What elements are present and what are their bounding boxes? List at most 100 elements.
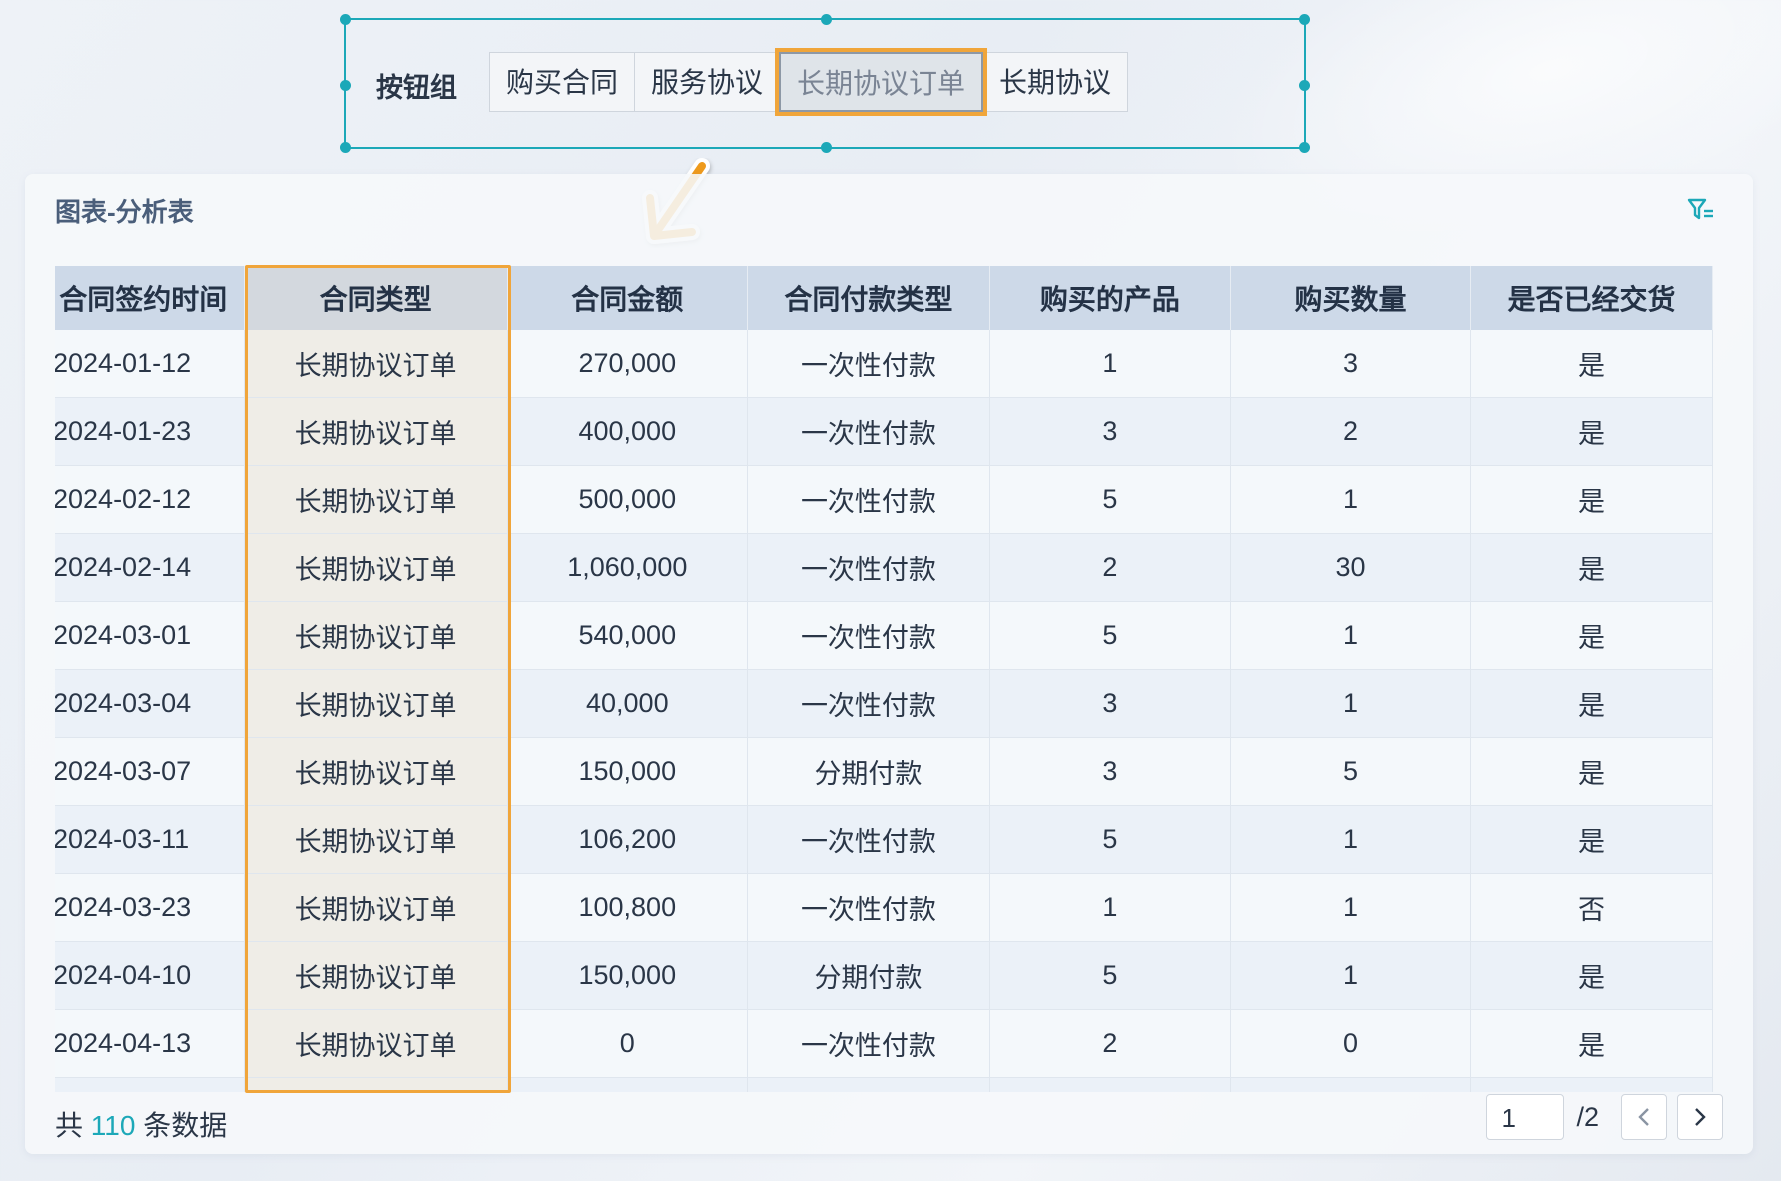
total-prefix: 共 [55,1110,84,1141]
table-cell: 1 [1230,873,1472,942]
table-cell: 3 [989,397,1231,466]
column-header[interactable]: 购买数量 [1230,266,1472,330]
table-cell: 40,000 [507,1077,749,1092]
table-cell: 5 [989,941,1231,1010]
filter-icon[interactable] [1687,196,1715,224]
table-cell: 1 [989,330,1231,398]
table-cell: 5 [989,805,1231,874]
column-header[interactable]: 购买的产品 [989,266,1231,330]
table-cell: 2 [1230,397,1472,466]
table-cell: 长期协议订单 [244,873,508,942]
table-cell: 1 [1230,1077,1472,1092]
page-number-input[interactable]: 1 [1486,1094,1565,1140]
column-header[interactable]: 合同付款类型 [747,266,990,330]
column-header[interactable]: 合同签约时间 [55,266,245,330]
pagination: 1 /2 [1486,1094,1723,1140]
table-row[interactable]: 2024-03-04 长期协议订单 40,000 一次性付款 3 1 是 [55,669,1713,738]
table-cell: 400,000 [507,397,749,466]
table-cell: 是 [1470,1009,1713,1078]
chevron-right-icon [1695,1108,1706,1126]
table-cell: 长期协议订单 [244,1009,508,1078]
resize-handle-mr[interactable] [1299,80,1310,91]
next-page-button[interactable] [1677,1094,1723,1140]
table-row[interactable]: 2024-03-07 长期协议订单 150,000 分期付款 3 5 是 [55,737,1713,806]
table-cell: 1 [989,873,1231,942]
table-cell: 2 [989,533,1231,602]
table-cell: 2024-01-23 [55,397,245,466]
table-cell: 0 [507,1009,749,1078]
table-cell: 一次性付款 [747,1009,990,1078]
resize-handle-br[interactable] [1299,142,1310,153]
table-row[interactable]: 2024-03-23 长期协议订单 100,800 一次性付款 1 1 否 [55,873,1713,942]
table-cell: 是 [1470,601,1713,670]
table-cell: 106,200 [507,805,749,874]
resize-handle-tr[interactable] [1299,14,1310,25]
table-row[interactable]: 2024-02-12 长期协议订单 500,000 一次性付款 5 1 是 [55,465,1713,534]
table-cell: 2024-01-12 [55,330,245,398]
segment-button-0[interactable]: 购买合同 [489,52,636,112]
segment-button-1[interactable]: 服务协议 [634,52,781,112]
column-header[interactable]: 合同金额 [507,266,749,330]
resize-handle-ml[interactable] [340,80,351,91]
table-row[interactable]: 2024-04-10 长期协议订单 150,000 分期付款 5 1 是 [55,941,1713,1010]
table-cell: 0 [1230,1009,1472,1078]
table-cell: 长期协议订单 [244,397,508,466]
table-row[interactable]: 2024-03-01 长期协议订单 540,000 一次性付款 5 1 是 [55,601,1713,670]
table-cell: 2024-03-04 [55,669,245,738]
table-cell: 是 [1470,533,1713,602]
table-row[interactable]: 2024-01-12 长期协议订单 270,000 一次性付款 1 3 是 [55,330,1713,398]
page-total: /2 [1576,1101,1599,1132]
column-header[interactable]: 是否已经交货 [1470,266,1713,330]
table-row[interactable]: 2024-01-23 长期协议订单 400,000 一次性付款 3 2 是 [55,397,1713,466]
table-cell: 1 [1230,805,1472,874]
table-cell: 3 [1230,330,1472,398]
table-cell: 2024-03-07 [55,737,245,806]
button-group-label: 按钮组 [376,73,457,103]
table-row[interactable]: 2024-04-15长期协议订单40,000一次性付款31是 [55,1077,1713,1092]
table-cell: 30 [1230,533,1472,602]
prev-page-button[interactable] [1621,1094,1667,1140]
table-cell: 一次性付款 [747,805,990,874]
table-cell: 1 [1230,465,1472,534]
resize-handle-tm[interactable] [821,14,832,25]
chevron-left-icon [1638,1108,1649,1126]
total-suffix: 条数据 [143,1110,228,1141]
table-cell: 是 [1470,397,1713,466]
table-body: 2024-01-12 长期协议订单 270,000 一次性付款 1 3 是 2024-01-2… [55,330,1713,1092]
button-group-selection-box[interactable]: 按钮组 购买合同 服务协议 长期协议订单 长期协议 [340,14,1310,153]
resize-handle-bm[interactable] [821,142,832,153]
table-cell: 是 [1470,1077,1713,1092]
table-cell: 150,000 [507,737,749,806]
table-row[interactable]: 2024-03-11 长期协议订单 106,200 一次性付款 5 1 是 [55,805,1713,874]
table-viewport[interactable]: 合同签约时间 合同类型 合同金额 合同付款类型 购买的产品 购买数量 是否已经交货 2024… [55,266,1725,1092]
panel-title: 图表-分析表 [55,197,194,227]
resize-handle-bl[interactable] [340,142,351,153]
table-cell: 5 [989,601,1231,670]
table-cell: 1 [1230,669,1472,738]
table-cell: 长期协议订单 [244,1077,508,1092]
table-cell: 一次性付款 [747,873,990,942]
table-cell: 2024-04-13 [55,1009,245,1078]
table-cell: 长期协议订单 [244,805,508,874]
segment-button-2[interactable]: 长期协议订单 [775,48,988,116]
segment-button-3[interactable]: 长期协议 [982,52,1129,112]
table-row[interactable]: 2024-04-13 长期协议订单 0 一次性付款 2 0 是 [55,1009,1713,1078]
table-cell: 是 [1470,737,1713,806]
table-cell: 500,000 [507,465,749,534]
table-cell: 长期协议订单 [244,669,508,738]
segmented-buttons: 购买合同 服务协议 长期协议订单 长期协议 [489,48,1129,116]
resize-handle-tl[interactable] [340,14,351,25]
table-cell: 5 [989,465,1231,534]
table-cell: 一次性付款 [747,330,990,398]
table-cell: 40,000 [507,669,749,738]
table-cell: 长期协议订单 [244,465,508,534]
column-header[interactable]: 合同类型 [244,266,508,330]
table-cell: 540,000 [507,601,749,670]
table-cell: 长期协议订单 [244,601,508,670]
table-cell: 2024-03-23 [55,873,245,942]
table-cell: 150,000 [507,941,749,1010]
table-row[interactable]: 2024-02-14 长期协议订单 1,060,000 一次性付款 2 30 是 [55,533,1713,602]
table-cell: 5 [1230,737,1472,806]
table-cell: 2024-02-12 [55,465,245,534]
table-cell: 长期协议订单 [244,330,508,398]
